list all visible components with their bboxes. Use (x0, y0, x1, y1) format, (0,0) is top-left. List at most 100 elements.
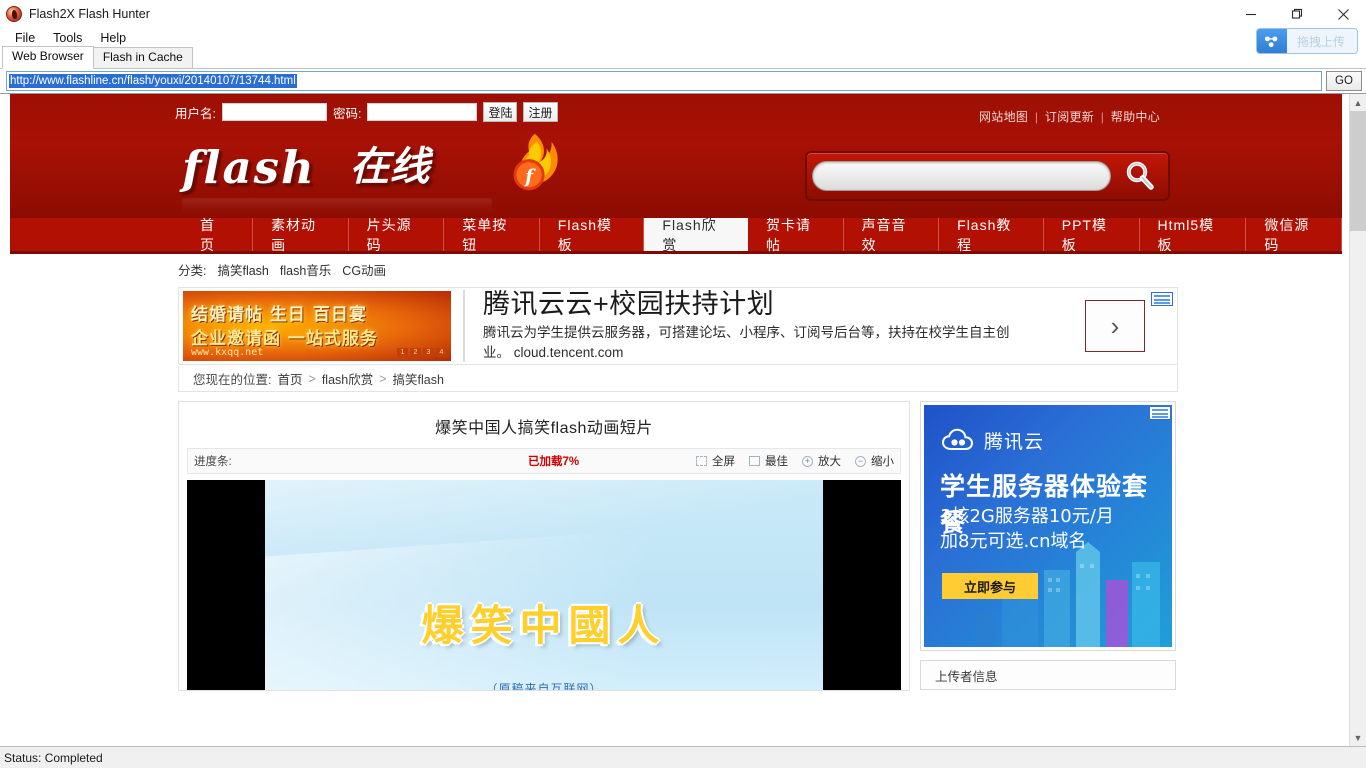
nav-item-html5-template[interactable]: Html5模板 (1140, 217, 1247, 253)
nav-item-home[interactable]: 首 页 (182, 217, 254, 253)
site-logo[interactable]: flash 在线 f (182, 133, 558, 198)
category-item-funny-flash[interactable]: 搞笑flash (217, 260, 268, 279)
category-item-cg-animation[interactable]: CG动画 (342, 260, 386, 279)
tencent-cloud-logo: 腾讯云 (942, 427, 1044, 454)
content-inner: 分类: 搞笑flash flash音乐 CG动画 结婚请帖 生日 百日宴 企业邀… (178, 254, 1178, 691)
banner-image-line1: 结婚请帖 生日 百日宴 (191, 305, 367, 325)
tab-web-browser[interactable]: Web Browser (2, 46, 94, 69)
menu-tools[interactable]: Tools (44, 28, 91, 48)
login-button[interactable]: 登陆 (483, 102, 518, 122)
menu-file[interactable]: File (6, 28, 44, 48)
url-text: http://www.flashline.cn/flash/youxi/2014… (9, 74, 297, 88)
sidebar-ad-line3: 加8元可选.cn域名 (940, 531, 1087, 552)
nav-item-flash-tutorial[interactable]: Flash教程 (939, 217, 1044, 253)
scroll-up-icon[interactable]: ▲ (1350, 94, 1366, 111)
url-input[interactable]: http://www.flashline.cn/flash/youxi/2014… (6, 71, 1322, 91)
web-page: 用户名: 密码: 登陆 注册 网站地图 | 订阅更新 | 帮助中心 flash … (0, 94, 1349, 746)
breadcrumb-separator-1: > (308, 371, 316, 386)
ad-label-glyph (1154, 294, 1170, 304)
password-label: 密码: (332, 106, 362, 121)
nav-item-material[interactable]: 素材动画 (253, 217, 349, 253)
nav-item-wechat-source[interactable]: 微信源码 (1246, 217, 1342, 253)
fullscreen-icon (696, 456, 707, 466)
sidebar-ad-label-icon (1149, 406, 1171, 420)
uploader-info-header: 上传者信息 (921, 661, 1175, 689)
sidebar-ad[interactable]: 腾讯云 学生服务器体验套餐 1核2G服务器10元/月 加8元可选.cn域名 立即… (920, 401, 1176, 651)
zoom-in-button[interactable]: + 放大 (802, 453, 841, 469)
link-help-center[interactable]: 帮助中心 (1111, 110, 1160, 124)
nav-item-flash-appreciation[interactable]: Flash欣赏 (644, 217, 748, 253)
category-item-flash-music[interactable]: flash音乐 (280, 260, 331, 279)
username-input[interactable] (221, 103, 327, 121)
link-subscribe[interactable]: 订阅更新 (1045, 110, 1094, 124)
nav-item-menu-button[interactable]: 菜单按钮 (444, 217, 540, 253)
menu-help[interactable]: Help (91, 28, 135, 48)
scrollbar-track[interactable] (1350, 111, 1366, 729)
zoom-out-button[interactable]: − 缩小 (855, 453, 894, 469)
zoom-in-icon: + (802, 455, 813, 467)
nav-item-intro-source[interactable]: 片头源码 (349, 217, 445, 253)
minimize-button[interactable] (1228, 0, 1274, 28)
register-button[interactable]: 注册 (523, 102, 558, 122)
page-scrollbar[interactable]: ▲ ▼ (1349, 94, 1366, 746)
best-fit-button[interactable]: 最佳 (749, 453, 788, 469)
player-stage[interactable]: 爆笑中國人 （原稿来自互联网） (265, 480, 823, 690)
site-header: 用户名: 密码: 登陆 注册 网站地图 | 订阅更新 | 帮助中心 flash … (10, 94, 1342, 254)
site-logo-cn: 在线 (349, 144, 430, 190)
banner-image-line2: 企业邀请函 一站式服务 (191, 329, 378, 349)
site-logo-latin: flash (182, 140, 316, 194)
banner-image[interactable]: 结婚请帖 生日 百日宴 企业邀请函 一站式服务 www.kxqq.net 1 2… (183, 291, 451, 361)
menu-bar: File Tools Help (0, 28, 1366, 48)
scrollbar-thumb[interactable] (1350, 111, 1366, 231)
tab-flash-in-cache[interactable]: Flash in Cache (92, 47, 193, 68)
sidebar-ad-cta-button[interactable]: 立即参与 (942, 573, 1038, 599)
sidebar-column: 腾讯云 学生服务器体验套餐 1核2G服务器10元/月 加8元可选.cn域名 立即… (920, 401, 1176, 690)
banner-image-url: www.kxqq.net (191, 347, 264, 358)
zoom-out-icon: − (855, 455, 866, 467)
banner-description: 腾讯云为学生提供云服务器，可搭建论坛、小程序、订阅号后台等，扶持在校学生自主创业… (483, 325, 1010, 360)
maximize-button[interactable] (1274, 0, 1320, 28)
link-sitemap[interactable]: 网站地图 (979, 110, 1028, 124)
fullscreen-label: 全屏 (712, 456, 735, 468)
drag-upload-widget[interactable]: 拖拽上传 (1255, 28, 1358, 54)
banner-pager-2[interactable]: 2 (410, 348, 421, 357)
breadcrumb-item-flash-appreciation[interactable]: flash欣赏 (322, 369, 373, 388)
breadcrumb-item-home[interactable]: 首页 (277, 369, 302, 388)
banner-pager-1[interactable]: 1 (397, 348, 408, 357)
toplink-separator-2: | (1100, 110, 1105, 124)
chevron-right-icon[interactable]: › (1085, 300, 1145, 352)
player-right-bar (823, 480, 901, 690)
promo-banner[interactable]: 结婚请帖 生日 百日宴 企业邀请函 一站式服务 www.kxqq.net 1 2… (178, 287, 1178, 365)
nav-item-ppt-template[interactable]: PPT模板 (1044, 217, 1140, 253)
best-fit-icon (749, 456, 760, 466)
progress-bar[interactable] (239, 455, 390, 467)
banner-pager-3[interactable]: 3 (423, 348, 434, 357)
nav-item-flash-template[interactable]: Flash模板 (540, 217, 645, 253)
go-button[interactable]: GO (1326, 71, 1362, 91)
banner-pager[interactable]: 1 2 3 4 (397, 348, 447, 357)
nav-item-sound-effects[interactable]: 声音音效 (844, 217, 940, 253)
tab-strip: Web Browser Flash in Cache (0, 46, 1366, 69)
search-input[interactable] (812, 161, 1111, 191)
loaded-status: 已加载7% (528, 456, 580, 468)
app-icon (6, 6, 22, 22)
login-form: 用户名: 密码: 登陆 注册 (175, 102, 558, 122)
toplink-separator-1: | (1034, 110, 1039, 124)
fullscreen-button[interactable]: 全屏 (696, 453, 735, 469)
banner-title: 腾讯云云+校园扶持计划 (483, 288, 775, 319)
banner-pager-4[interactable]: 4 (436, 348, 447, 357)
scroll-down-icon[interactable]: ▼ (1350, 729, 1366, 746)
password-input[interactable] (367, 103, 478, 121)
tencent-cloud-brand: 腾讯云 (984, 431, 1045, 453)
nav-item-greeting-card[interactable]: 贺卡请帖 (748, 217, 844, 253)
breadcrumb-separator-2: > (379, 371, 387, 386)
ad-label-icon (1151, 292, 1173, 306)
cloud-icon (942, 428, 974, 450)
site-search (805, 151, 1170, 201)
zoom-out-label: 缩小 (871, 456, 894, 468)
flash-player[interactable]: 爆笑中國人 （原稿来自互联网） (187, 480, 901, 690)
breadcrumb-item-funny-flash[interactable]: 搞笑flash (393, 369, 444, 388)
search-icon[interactable] (1117, 154, 1163, 198)
site-top-links: 网站地图 | 订阅更新 | 帮助中心 (979, 108, 1160, 125)
close-button[interactable] (1320, 0, 1366, 28)
